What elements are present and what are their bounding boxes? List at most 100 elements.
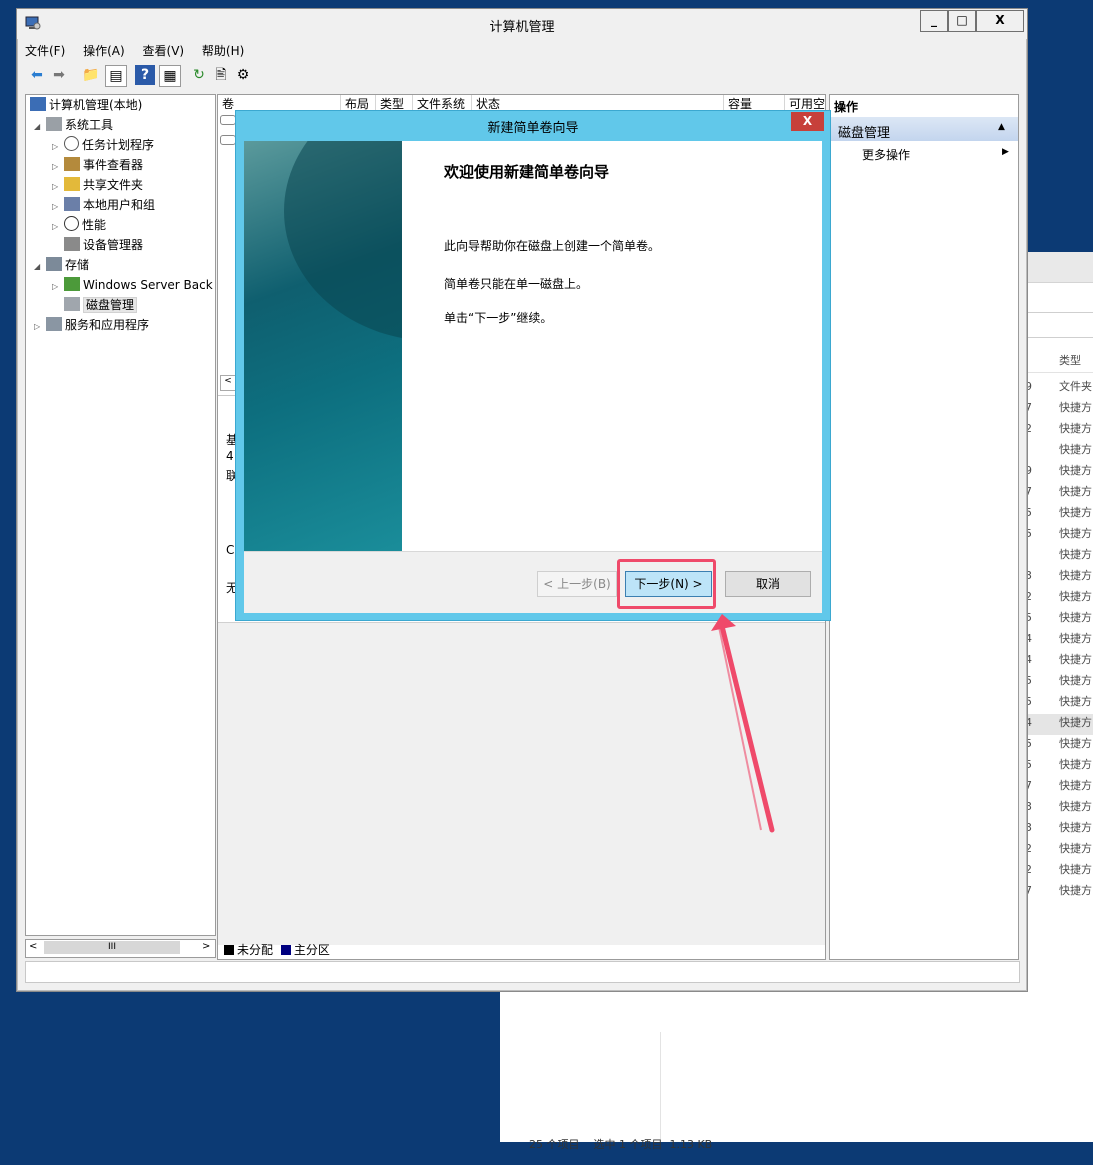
up-folder-icon[interactable]: 📁 — [81, 65, 101, 85]
tree-horizontal-scrollbar[interactable]: < III > — [25, 939, 216, 958]
tree-node-windows-backup[interactable]: ▷ Windows Server Back — [52, 275, 213, 295]
tree-node-performance[interactable]: ▷ 性能 — [52, 215, 106, 235]
cancel-button[interactable]: 取消 — [725, 571, 811, 597]
explorer-file-row[interactable]: 5 快捷方 — [1025, 693, 1093, 714]
expand-arrow-icon[interactable]: ▷ — [52, 177, 64, 197]
explorer-file-row[interactable]: 2 快捷方 — [1025, 588, 1093, 609]
menu-file[interactable]: 文件(F) — [25, 42, 65, 59]
explorer-row-size: 4 — [1025, 632, 1032, 645]
explorer-file-row[interactable]: 4 快捷方 — [1025, 630, 1093, 651]
tree-label-system-tools: 系统工具 — [65, 118, 114, 132]
explorer-file-row[interactable]: 5 快捷方 — [1025, 672, 1093, 693]
explorer-row-type: 快捷方 — [1059, 632, 1092, 645]
explorer-file-row[interactable]: 4 快捷方 — [1025, 714, 1093, 735]
more-actions[interactable]: 更多操作 — [862, 146, 910, 163]
explorer-file-row[interactable]: 快捷方 — [1025, 546, 1093, 567]
explorer-file-row[interactable]: 5 快捷方 — [1025, 609, 1093, 630]
explorer-file-row[interactable]: 7 快捷方 — [1025, 399, 1093, 420]
explorer-row-size: 7 — [1025, 485, 1032, 498]
expand-arrow-icon[interactable]: ▷ — [34, 317, 46, 337]
tree-node-system-tools[interactable]: ◢ 系统工具 — [34, 115, 113, 135]
expand-arrow-icon[interactable]: ▷ — [52, 137, 64, 157]
collapse-arrow-icon[interactable]: ◢ — [34, 257, 46, 277]
wizard-separator — [244, 551, 822, 552]
explorer-row-type: 快捷方 — [1059, 548, 1092, 561]
explorer-file-row[interactable]: 2 快捷方 — [1025, 420, 1093, 441]
show-hide-tree-icon[interactable]: ▤ — [105, 65, 127, 87]
explorer-file-row[interactable]: 3 快捷方 — [1025, 567, 1093, 588]
tree-node-storage[interactable]: ◢ 存储 — [34, 255, 89, 275]
back-arrow-icon[interactable]: ⬅ — [27, 65, 47, 85]
wizard-content: 欢迎使用新建简单卷向导 此向导帮助你在磁盘上创建一个简单卷。 简单卷只能在单一磁… — [402, 141, 822, 551]
maximize-button[interactable]: □ — [948, 10, 976, 32]
actions-section-disk-management[interactable]: 磁盘管理 ▲ — [830, 117, 1018, 141]
explorer-row-size: 7 — [1025, 779, 1032, 792]
menu-bar: 文件(F) 操作(A) 查看(V) 帮助(H) — [25, 42, 258, 62]
tree-label-services-apps: 服务和应用程序 — [65, 318, 150, 332]
explorer-file-row[interactable]: 7 快捷方 — [1025, 777, 1093, 798]
explorer-file-row[interactable]: 3 快捷方 — [1025, 819, 1093, 840]
explorer-file-row[interactable]: 2 快捷方 — [1025, 840, 1093, 861]
disk-label-fragment: 4 — [226, 449, 234, 463]
collapse-up-icon[interactable]: ▲ — [998, 122, 1005, 132]
actions-pane: 操作 磁盘管理 ▲ 更多操作 ▶ — [829, 94, 1019, 960]
tree-node-device-manager[interactable]: 设备管理器 — [52, 235, 143, 255]
menu-action[interactable]: 操作(A) — [83, 42, 125, 59]
explorer-file-row[interactable]: 9 快捷方 — [1025, 462, 1093, 483]
explorer-row-type: 快捷方 — [1059, 737, 1092, 750]
menu-view[interactable]: 查看(V) — [143, 42, 185, 59]
settings-icon[interactable]: ⚙ — [233, 65, 253, 85]
tree-label-root: 计算机管理(本地) — [49, 98, 143, 112]
tree-label-disk-management: 磁盘管理 — [83, 297, 138, 313]
tree-node-root[interactable]: 计算机管理(本地) — [30, 95, 142, 115]
show-action-pane-icon[interactable]: ▦ — [159, 65, 181, 87]
explorer-file-row[interactable]: 7 快捷方 — [1025, 882, 1093, 903]
explorer-file-row[interactable]: 4 快捷方 — [1025, 651, 1093, 672]
tree-node-shared-folders[interactable]: ▷ 共享文件夹 — [52, 175, 143, 195]
collapse-arrow-icon[interactable]: ◢ — [34, 117, 46, 137]
scroll-thumb[interactable]: III — [44, 941, 180, 954]
explorer-row-type: 快捷方 — [1059, 653, 1092, 666]
scroll-left-icon[interactable]: < — [220, 375, 236, 391]
explorer-file-row[interactable]: 5 快捷方 — [1025, 735, 1093, 756]
explorer-file-row[interactable]: 3 快捷方 — [1025, 798, 1093, 819]
explorer-file-row[interactable]: 9 文件夹 — [1025, 378, 1093, 399]
explorer-status-bar: 25 个项目 选中 1 个项目 1.13 KB — [515, 1123, 712, 1165]
tree-label-local-users: 本地用户和组 — [83, 198, 156, 212]
refresh-icon[interactable]: ↻ — [189, 65, 209, 85]
wizard-close-button[interactable]: X — [791, 112, 824, 131]
tree-node-local-users[interactable]: ▷ 本地用户和组 — [52, 195, 155, 215]
tree-node-event-viewer[interactable]: ▷ 事件查看器 — [52, 155, 143, 175]
partition-legend: 未分配 主分区 — [224, 941, 330, 958]
clock-icon — [64, 136, 79, 151]
shared-folder-icon — [64, 177, 80, 191]
back-button[interactable]: < 上一步(B) — [537, 571, 617, 597]
explorer-file-row[interactable]: 7 快捷方 — [1025, 483, 1093, 504]
help-icon[interactable]: ? — [135, 65, 155, 85]
explorer-file-row[interactable]: 5 快捷方 — [1025, 525, 1093, 546]
menu-help[interactable]: 帮助(H) — [202, 42, 244, 59]
toolbar: ⬅ ➡ 📁 ▤ ? ▦ ↻ 🖹 ⚙ — [25, 65, 1019, 87]
close-button[interactable]: X — [976, 10, 1024, 32]
expand-arrow-icon[interactable]: ▷ — [52, 197, 64, 217]
scroll-right-icon[interactable]: > — [202, 941, 210, 952]
explorer-file-row[interactable]: 5 快捷方 — [1025, 756, 1093, 777]
tree-label-shared-folders: 共享文件夹 — [83, 178, 144, 192]
volume-drive-icon — [220, 115, 236, 125]
expand-arrow-icon[interactable]: ▷ — [52, 277, 64, 297]
tree-node-disk-management[interactable]: 磁盘管理 — [52, 295, 138, 315]
explorer-file-row[interactable]: 2 快捷方 — [1025, 861, 1093, 882]
explorer-file-row[interactable]: 5 快捷方 — [1025, 504, 1093, 525]
window-titlebar[interactable]: 计算机管理 _ □ X — [17, 9, 1027, 39]
forward-arrow-icon[interactable]: ➡ — [49, 65, 69, 85]
expand-arrow-icon[interactable]: ▷ — [52, 157, 64, 177]
tree-node-services-apps[interactable]: ▷ 服务和应用程序 — [34, 315, 149, 335]
explorer-file-row[interactable]: 快捷方 — [1025, 441, 1093, 462]
scroll-left-icon[interactable]: < — [29, 941, 37, 952]
minimize-button[interactable]: _ — [920, 10, 948, 32]
expand-arrow-icon[interactable]: ▷ — [52, 217, 64, 237]
explorer-type-column-header[interactable]: 类型 — [1059, 352, 1081, 368]
properties-icon[interactable]: 🖹 — [211, 65, 231, 85]
tree-node-task-scheduler[interactable]: ▷ 任务计划程序 — [52, 135, 154, 155]
explorer-row-type: 快捷方 — [1059, 506, 1092, 519]
